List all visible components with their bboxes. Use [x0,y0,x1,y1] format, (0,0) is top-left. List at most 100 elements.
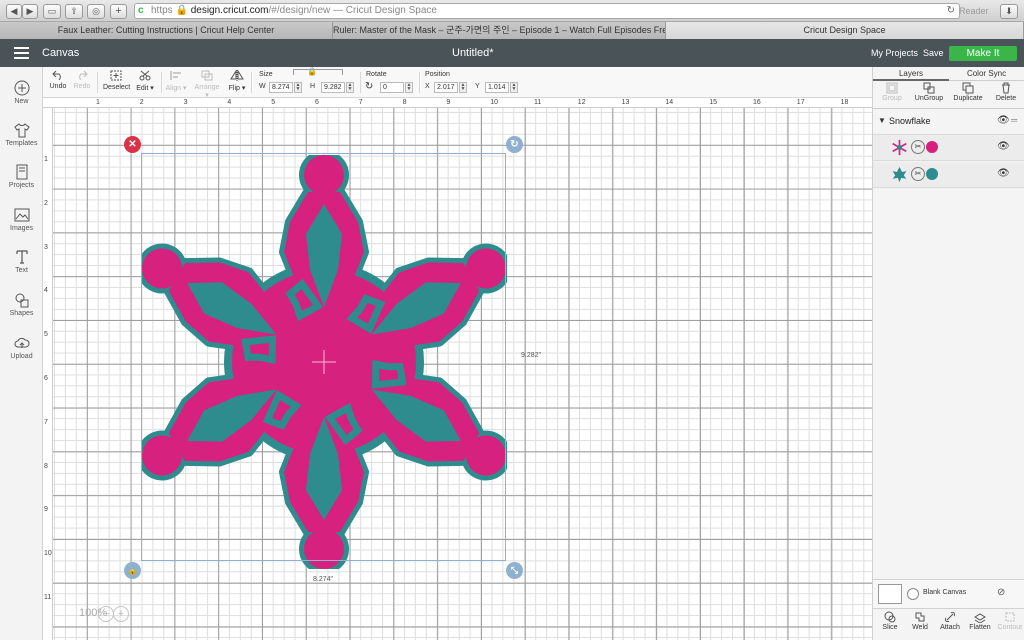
ruler-tick-label: 6 [315,99,319,106]
attach-label: Attach [940,624,960,631]
ruler-tick-label: 2 [44,199,48,207]
ungroup-button[interactable]: UnGroup [910,82,948,102]
back-icon[interactable]: ◀ [6,4,22,19]
sidebar-item-projects[interactable]: Projects [0,164,43,204]
undo-button[interactable]: Undo [49,70,67,90]
reload-icon[interactable]: ↻ [947,4,955,18]
rotate-stepper[interactable]: ▲ ▼ [405,82,413,93]
resize-handle-icon[interactable]: ⤡ [506,562,523,579]
sidebar-item-upload[interactable]: Upload [0,335,43,375]
new-tab-icon[interactable]: + [110,4,127,19]
ruler-tick-label: 8 [44,462,48,470]
arrange-icon [201,70,213,81]
redo-button[interactable]: Redo [73,70,91,90]
tab-color-sync[interactable]: Color Sync [949,67,1024,81]
delete-button[interactable]: Delete [987,82,1024,102]
height-stepper[interactable]: ▲ ▼ [346,82,354,93]
delete-label: Delete [995,95,1017,102]
deselect-button[interactable]: Deselect [103,70,130,91]
reader-button[interactable]: Reader [959,5,995,17]
make-it-button[interactable]: Make It [949,46,1017,61]
slice-button[interactable]: Slice [875,611,905,631]
eye-hidden-icon[interactable]: ⊘ [997,587,1005,598]
eye-icon[interactable]: 👁 [997,115,1010,126]
edit-button[interactable]: Edit ▾ [135,70,155,92]
sidebar-toggle-icon[interactable]: ▭ [43,4,61,19]
x-position-stepper[interactable]: ▲ ▼ [459,82,467,93]
eye-icon[interactable]: 👁 [997,141,1010,152]
y-position-stepper[interactable]: ▲ ▼ [510,82,518,93]
delete-handle-icon[interactable]: ✕ [124,136,141,153]
group-button[interactable]: Group [873,82,911,102]
cut-scissors-icon[interactable]: ✂ [911,140,925,154]
blank-canvas-row[interactable]: Blank Canvas ⊘ [873,579,1024,609]
ruler-tick-label: 11 [534,99,542,106]
y-position-input[interactable]: 1.014 [485,82,509,93]
lock-icon[interactable]: 🔒 [307,67,317,76]
ruler-tick-label: 17 [796,99,805,106]
save-button[interactable]: Save [923,39,944,67]
sidebar-item-templates[interactable]: Templates [0,122,43,162]
flatten-icon [974,613,986,623]
layer-row-pink[interactable]: ✂ 👁 [873,135,1024,161]
selection-bounding-box[interactable] [141,153,506,561]
scissors-icon [139,70,151,81]
download-icon[interactable]: ⬇ [1000,4,1018,19]
my-projects-link[interactable]: My Projects [871,39,918,67]
toolbar-divider [97,72,98,93]
plus-circle-icon [14,80,29,96]
layer-color-swatch[interactable] [926,168,938,180]
duplicate-button[interactable]: Duplicate [949,82,987,102]
blank-canvas-label: Blank Canvas [923,589,967,596]
eye-icon[interactable]: 👁 [997,168,1010,179]
flatten-button[interactable]: Flatten [965,611,995,631]
url-field[interactable]: c https 🔒 design.cricut.com/#/design/new… [134,3,960,19]
sidebar-item-new[interactable]: New [0,80,43,120]
attach-icon [944,611,956,623]
layer-color-swatch[interactable] [926,141,938,153]
contour-button[interactable]: Contour [995,611,1024,631]
arrange-button[interactable]: Arrange ▾ [193,70,221,99]
browser-tab-active[interactable]: Cricut Design Space [666,22,1024,39]
rotate-handle-icon[interactable]: ↻ [506,136,523,153]
ruler-tick-label: 13 [621,99,630,106]
x-position-input[interactable]: 2.017 [434,82,458,93]
zoom-in-icon[interactable]: + [113,606,129,622]
text-t-icon [15,250,28,264]
forward-icon[interactable]: ▶ [22,4,38,19]
browser-tab[interactable]: Faux Leather: Cutting Instructions | Cri… [0,22,333,39]
layer-row-teal[interactable]: ✂ 👁 [873,162,1024,188]
sidebar-item-label: Projects [8,182,35,189]
contour-label: Contour [997,624,1023,631]
sidebar-item-label: New [14,98,29,105]
sidebar-item-text[interactable]: Text [0,249,43,289]
sidebar-item-shapes[interactable]: Shapes [0,292,43,332]
canvas-color-swatch[interactable] [907,588,919,600]
rotate-input[interactable]: 0 [380,82,404,93]
browser-tab[interactable]: Ruler: Master of the Mask – 군주-가면의 주인 – … [333,22,666,39]
group-name: Snowflake [889,116,931,126]
menu-icon[interactable] [14,47,29,59]
ungroup-icon [923,82,935,94]
layer-group-row[interactable]: ▼ Snowflake 👁 ═ [873,109,1024,135]
expand-triangle-icon[interactable]: ▼ [878,116,886,125]
lock-handle-icon[interactable]: 🔒 [124,562,141,579]
share-icon[interactable]: ⇪ [65,4,83,19]
height-input[interactable]: 9.282 [321,82,345,93]
attach-button[interactable]: Attach [935,611,965,631]
width-stepper[interactable]: ▲ ▼ [294,82,302,93]
reading-list-icon[interactable]: ◎ [87,4,105,19]
tab-layers[interactable]: Layers [873,67,949,81]
drag-handle-icon[interactable]: ═ [1011,115,1017,125]
flip-button[interactable]: Flip ▾ [227,70,247,92]
edit-label: Edit [136,85,149,92]
redo-icon [79,70,88,80]
cut-scissors-icon[interactable]: ✂ [911,167,925,181]
width-input[interactable]: 8.274 [269,82,293,93]
align-button[interactable]: Align ▾ [165,70,187,92]
ruler-tick-label: 18 [840,99,849,106]
cloud-upload-icon [14,337,29,348]
sidebar-item-images[interactable]: Images [0,207,43,247]
weld-button[interactable]: Weld [905,611,935,631]
duplicate-icon [962,82,974,94]
